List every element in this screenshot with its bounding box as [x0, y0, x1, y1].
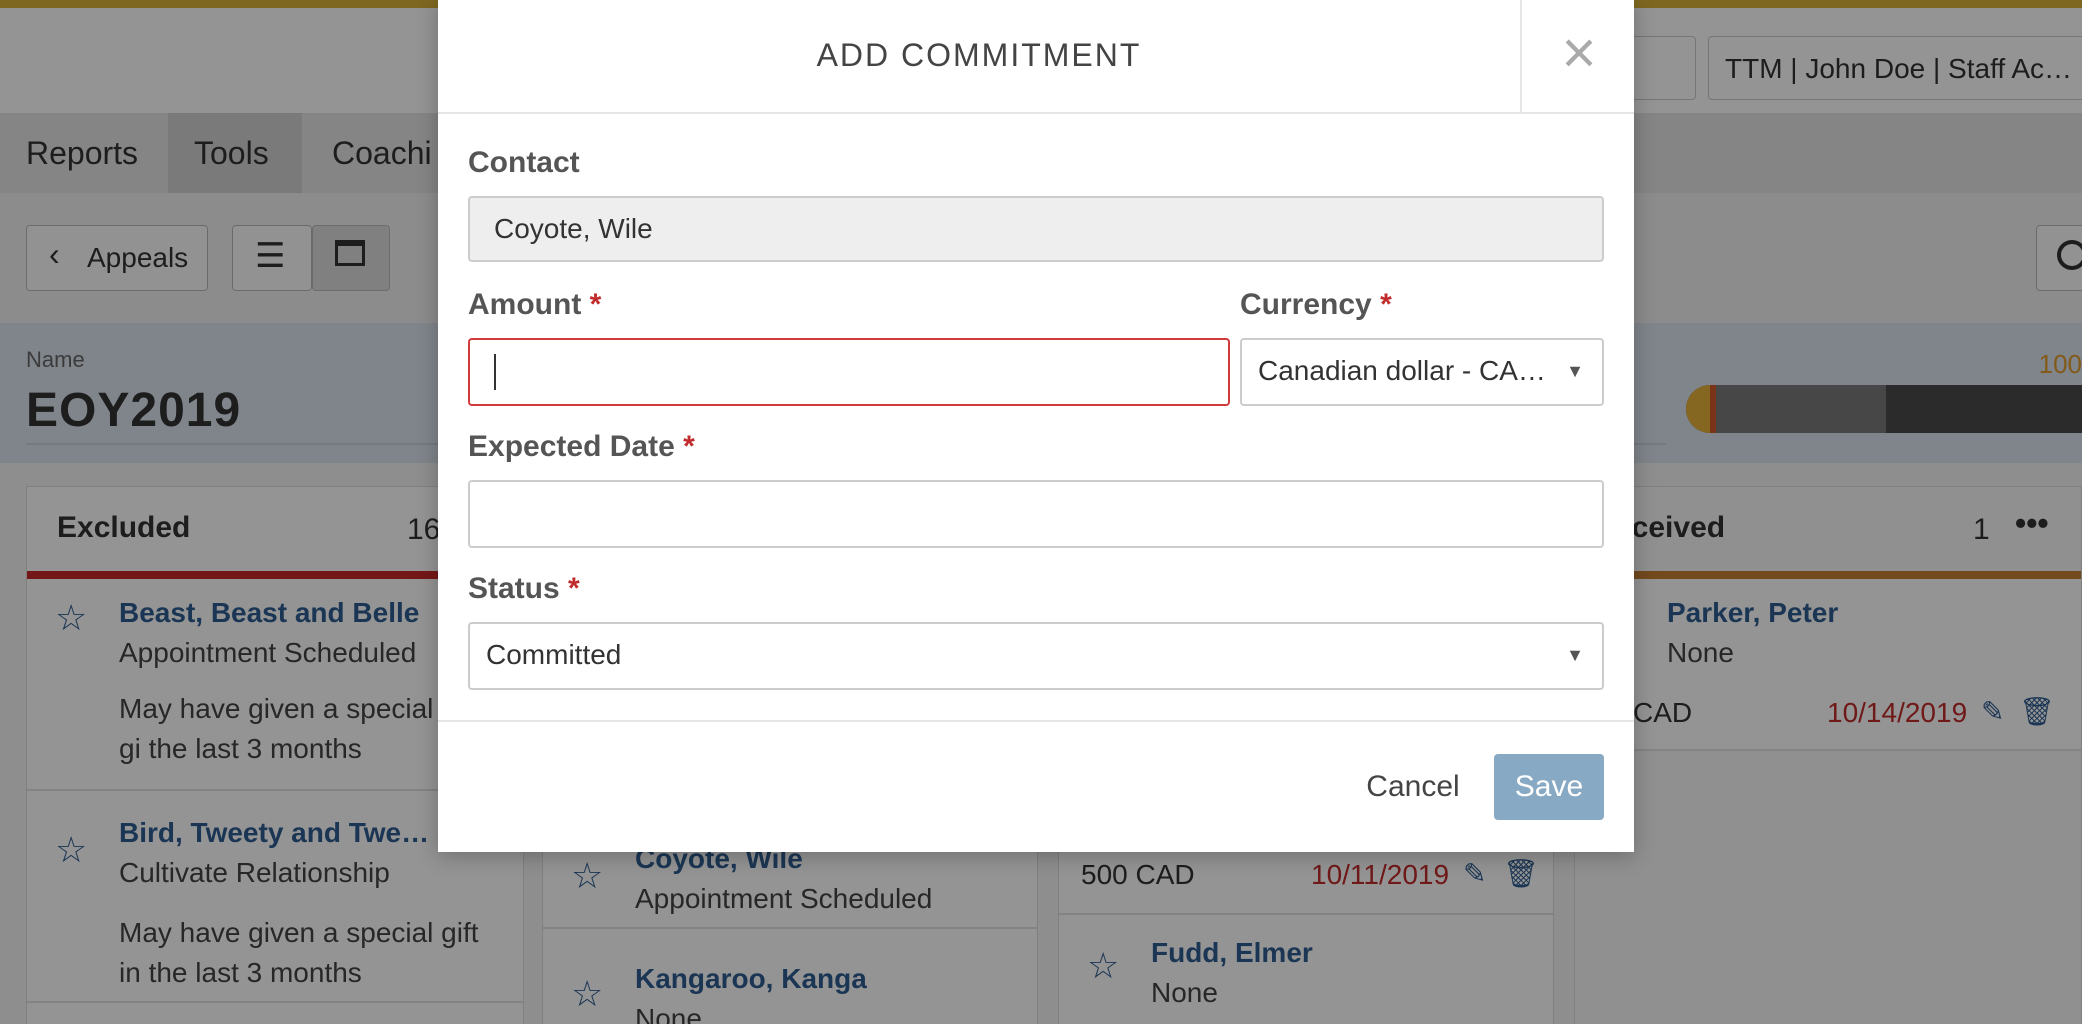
modal-header-divider [438, 112, 1634, 114]
contact-label-text: Contact [468, 146, 580, 179]
required-mark: * [683, 430, 695, 463]
expected-date-label-text: Expected Date [468, 430, 675, 463]
contact-field: Coyote, Wile [468, 196, 1604, 262]
save-button[interactable]: Save [1494, 754, 1604, 820]
amount-input[interactable] [468, 338, 1230, 406]
modal-title: ADD COMMITMENT [816, 37, 1142, 73]
status-label-text: Status [468, 572, 560, 605]
required-mark: * [589, 288, 602, 321]
contact-field-value: Coyote, Wile [494, 213, 653, 244]
status-select-value: Committed [486, 639, 622, 670]
expected-date-input[interactable] [468, 480, 1604, 548]
currency-select[interactable]: Canadian dollar - CAD… ▼ [1240, 338, 1604, 406]
chevron-down-icon: ▼ [1566, 361, 1584, 381]
chevron-down-icon: ▼ [1566, 645, 1584, 665]
modal-footer-divider [438, 720, 1634, 722]
currency-select-value: Canadian dollar - CAD… [1258, 355, 1558, 386]
contact-label: Contact [468, 146, 580, 180]
status-select[interactable]: Committed ▼ [468, 622, 1604, 690]
close-icon[interactable]: × [1520, 0, 1636, 112]
required-mark: * [1380, 288, 1392, 321]
text-cursor [494, 354, 496, 390]
status-label: Status * [468, 572, 580, 606]
amount-label-text: Amount [468, 288, 582, 321]
add-commitment-modal: ADD COMMITMENT × Contact Coyote, Wile Am… [438, 0, 1634, 852]
currency-label-text: Currency [1240, 288, 1372, 321]
required-mark: * [568, 572, 580, 605]
expected-date-label: Expected Date * [468, 430, 695, 464]
currency-label: Currency * [1240, 288, 1392, 322]
amount-label: Amount * [468, 288, 601, 322]
cancel-button[interactable]: Cancel [1356, 754, 1470, 820]
